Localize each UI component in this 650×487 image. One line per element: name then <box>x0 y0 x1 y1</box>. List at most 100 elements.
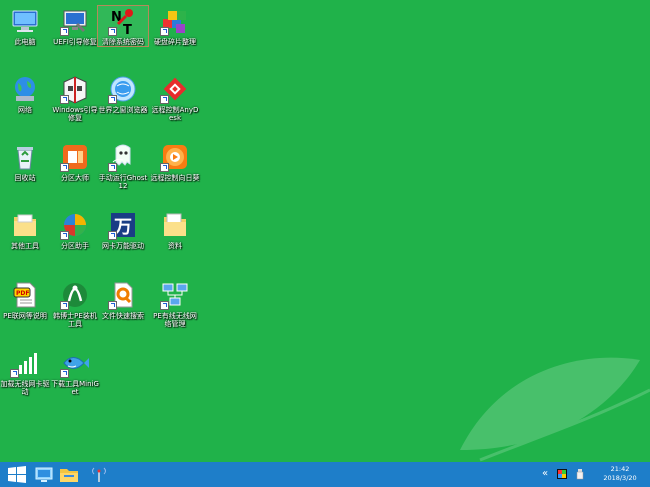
anydesk-icon <box>160 74 190 104</box>
desktop-icon-installer-tool[interactable]: 韩博士PE装机工具 <box>50 280 100 328</box>
defrag-cubes-icon <box>160 6 190 36</box>
colorful-app-icon <box>557 469 567 479</box>
desktop-icon-defrag-cubes[interactable]: 硬盘碎片整理 <box>150 6 200 46</box>
folder-docs-icon <box>160 210 190 240</box>
network-manager-icon <box>160 280 190 310</box>
shortcut-arrow-icon <box>60 163 69 172</box>
windows-logo-icon <box>8 466 26 483</box>
shortcut-arrow-icon <box>108 95 117 104</box>
desktop-icon-wifi-signal[interactable]: 加载无线网卡驱动 <box>0 348 50 396</box>
display-icon <box>35 467 53 482</box>
desktop-icon-label: 下载工具MiniGet <box>51 380 99 396</box>
desktop-icon-network-manager[interactable]: PE有线无线网络管理 <box>150 280 200 328</box>
start-button[interactable] <box>6 464 28 485</box>
system-tray: « 21:42 2018/3/20 <box>540 462 650 487</box>
desktop-icon-sunflower[interactable]: 远程控制向日葵 <box>150 142 200 182</box>
fish-download-icon <box>60 348 90 378</box>
installer-tool-icon <box>60 280 90 310</box>
shortcut-arrow-icon <box>60 231 69 240</box>
shortcut-arrow-icon <box>160 27 169 36</box>
boot-repair-icon <box>60 74 90 104</box>
computer-icon <box>10 6 40 36</box>
desktop-icon-pdf-doc[interactable]: PDF PE联网等说明 <box>0 280 50 320</box>
antenna-icon <box>92 467 106 482</box>
desktop-icon-label: 此电脑 <box>14 38 36 46</box>
partition-master-icon <box>60 142 90 172</box>
desktop-icon-folder[interactable]: 其他工具 <box>0 210 50 250</box>
shortcut-arrow-icon <box>10 369 19 378</box>
desktop-icon-file-search[interactable]: 文件快速搜索 <box>98 280 148 320</box>
desktop-icon-label: 远程控制AnyDesk <box>151 106 199 122</box>
clock-time: 21:42 <box>610 465 630 473</box>
taskbar-network-button[interactable] <box>88 464 110 485</box>
file-search-icon <box>108 280 138 310</box>
desktop-icon-label: 加载无线网卡驱动 <box>0 380 50 396</box>
desktop-icon-wan-driver[interactable]: 万网卡万能驱动 <box>98 210 148 250</box>
desktop-icon-label: 分区助手 <box>61 242 89 250</box>
desktop-icon-monitor-repair[interactable]: UEFI引导修复 <box>50 6 100 46</box>
network-globe-icon <box>10 74 40 104</box>
shortcut-arrow-icon <box>60 301 69 310</box>
desktop-icon-label: PE联网等说明 <box>3 312 47 320</box>
shortcut-arrow-icon <box>60 27 69 36</box>
folder-icon <box>60 469 78 482</box>
desktop: 此电脑 UEFI引导修复 N T 清除系统密码 硬盘碎片整理网络 Windows引导修复 世界… <box>0 0 650 487</box>
desktop-icon-ghost[interactable]: 手动运行Ghost12 <box>98 142 148 190</box>
desktop-icon-network-globe[interactable]: 网络 <box>0 74 50 114</box>
shortcut-arrow-icon <box>160 163 169 172</box>
desktop-icon-label: 手动运行Ghost12 <box>98 174 148 190</box>
desktop-icon-label: PE有线无线网络管理 <box>153 312 197 328</box>
desktop-icon-label: 回收站 <box>14 174 36 182</box>
recycle-bin-icon <box>10 142 40 172</box>
desktop-icon-folder-docs[interactable]: 资料 <box>150 210 200 250</box>
desktop-icon-browser-globe[interactable]: 世界之窗浏览器 <box>98 74 148 114</box>
desktop-icon-label: 其他工具 <box>11 242 39 250</box>
svg-text:PDF: PDF <box>16 290 29 297</box>
usb-drive-icon <box>576 469 584 480</box>
desktop-icon-label: 世界之窗浏览器 <box>98 106 148 114</box>
desktop-icon-label: 文件快速搜索 <box>102 312 144 320</box>
tray-clock[interactable]: 21:42 2018/3/20 <box>600 465 640 483</box>
shortcut-arrow-icon <box>160 301 169 310</box>
svg-text:T: T <box>123 23 132 36</box>
browser-globe-icon <box>108 74 138 104</box>
shortcut-arrow-icon <box>60 369 69 378</box>
shortcut-arrow-icon <box>108 163 117 172</box>
taskbar: « 21:42 2018/3/20 <box>0 462 650 487</box>
pdf-doc-icon: PDF <box>10 280 40 310</box>
desktop-icon-partition-master[interactable]: 分区大师 <box>50 142 100 182</box>
shortcut-arrow-icon <box>160 95 169 104</box>
taskbar-desktop-button[interactable] <box>33 464 55 485</box>
desktop-icon-label: 网卡万能驱动 <box>102 242 144 250</box>
shortcut-arrow-icon <box>108 27 117 36</box>
desktop-icon-partition-assistant[interactable]: 分区助手 <box>50 210 100 250</box>
desktop-icon-anydesk[interactable]: 远程控制AnyDesk <box>150 74 200 122</box>
tray-expand-button[interactable]: « <box>542 468 548 480</box>
desktop-icon-nt-password[interactable]: N T 清除系统密码 <box>97 5 149 47</box>
wifi-signal-icon <box>10 348 40 378</box>
desktop-icon-label: 网络 <box>18 106 32 114</box>
desktop-icon-label: 硬盘碎片整理 <box>154 38 196 46</box>
tray-app-icon[interactable] <box>556 468 568 480</box>
desktop-icon-recycle-bin[interactable]: 回收站 <box>0 142 50 182</box>
shortcut-arrow-icon <box>60 95 69 104</box>
taskbar-explorer-button[interactable] <box>58 464 80 485</box>
nt-password-icon: NT <box>108 6 138 36</box>
desktop-icon-boot-repair[interactable]: Windows引导修复 <box>50 74 100 122</box>
shortcut-arrow-icon <box>108 301 117 310</box>
desktop-icon-label: 清除系统密码 <box>102 38 144 46</box>
folder-icon <box>10 210 40 240</box>
desktop-icon-label: UEFI引导修复 <box>53 38 97 46</box>
desktop-icon-label: 远程控制向日葵 <box>150 174 200 182</box>
wan-driver-icon: 万 <box>108 210 138 240</box>
monitor-repair-icon <box>60 6 90 36</box>
shortcut-arrow-icon <box>108 231 117 240</box>
desktop-icon-label: 分区大师 <box>61 174 89 182</box>
desktop-icon-fish-download[interactable]: 下载工具MiniGet <box>50 348 100 396</box>
clock-date: 2018/3/20 <box>603 474 637 482</box>
ghost-icon <box>108 142 138 172</box>
desktop-icon-computer[interactable]: 此电脑 <box>0 6 50 46</box>
desktop-icon-label: 资料 <box>168 242 182 250</box>
tray-usb-icon[interactable] <box>574 468 586 480</box>
partition-assistant-icon <box>60 210 90 240</box>
